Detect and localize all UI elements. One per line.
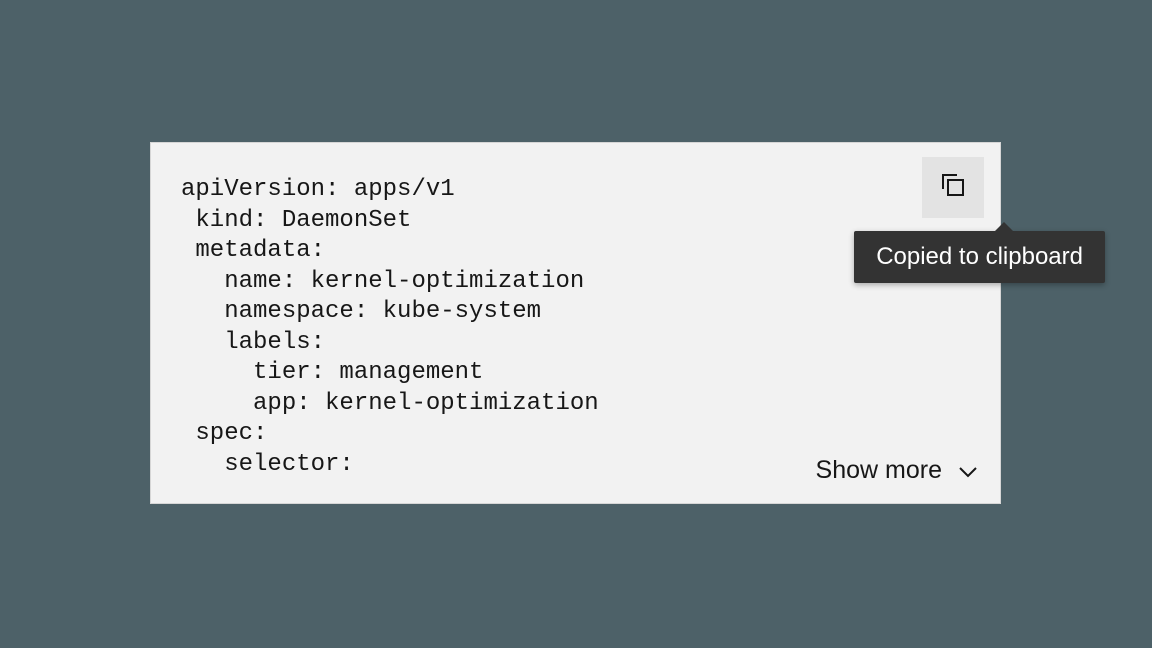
copied-tooltip: Copied to clipboard (854, 231, 1105, 283)
chevron-down-icon (958, 456, 978, 485)
show-more-label: Show more (816, 456, 942, 485)
code-content: apiVersion: apps/v1 kind: DaemonSet meta… (181, 175, 599, 480)
copy-button[interactable] (922, 157, 984, 218)
code-snippet-panel: apiVersion: apps/v1 kind: DaemonSet meta… (150, 142, 1001, 504)
show-more-button[interactable]: Show more (816, 456, 978, 485)
copy-icon (940, 172, 966, 203)
tooltip-text: Copied to clipboard (876, 243, 1083, 270)
